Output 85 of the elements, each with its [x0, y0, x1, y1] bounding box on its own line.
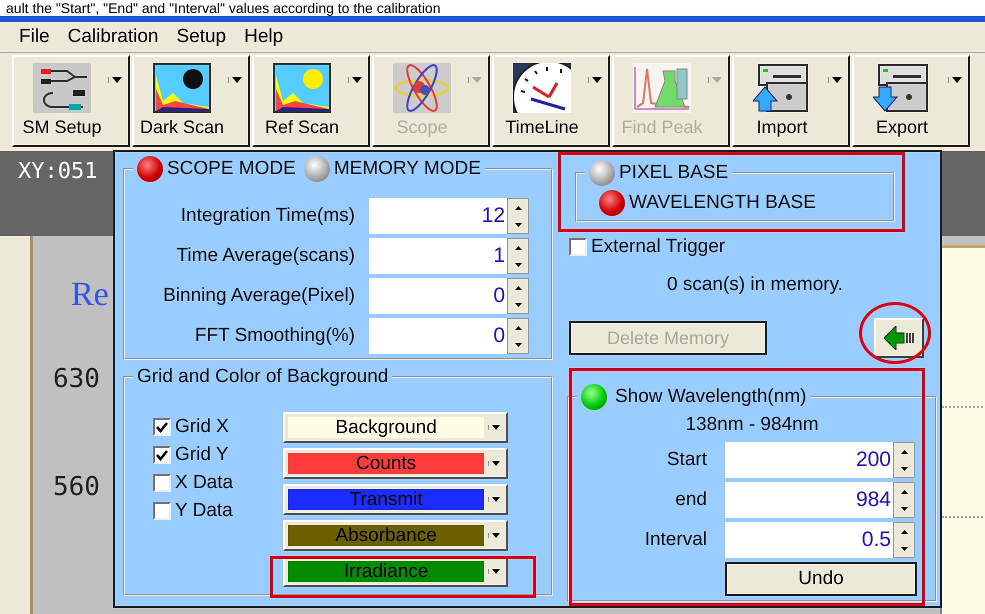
caret-icon [492, 497, 500, 502]
color-dropdown[interactable]: Counts [283, 448, 508, 479]
number-field[interactable]: 12 [369, 198, 507, 234]
field-label: FFT Smoothing(%) [194, 325, 355, 347]
caret-icon [108, 77, 122, 83]
toolbar-button[interactable]: Import [732, 55, 850, 147]
menu-item[interactable]: Calibration [58, 26, 168, 48]
caret-icon [492, 425, 500, 430]
left-arrow-icon [884, 326, 914, 350]
color-dropdown[interactable]: Irradiance [283, 556, 508, 587]
chart-title: Re [71, 276, 110, 314]
caret-icon [708, 77, 722, 83]
checkbox-label: X Data [175, 472, 234, 494]
undo-button[interactable]: Undo [725, 562, 917, 596]
toolbar-button[interactable]: Dark Scan [132, 55, 250, 147]
memory-status: 0 scan(s) in memory. [667, 274, 844, 296]
menu-item[interactable]: Help [235, 26, 292, 48]
group-title: Grid and Color of Background [137, 366, 388, 388]
peak-flask-icon [633, 63, 691, 113]
spectrum-chart-icon [273, 63, 331, 113]
spin-buttons[interactable] [507, 198, 529, 234]
cable-icon [33, 63, 91, 113]
number-field[interactable]: 0.5 [725, 522, 893, 558]
mode-radio[interactable]: SCOPE MODE [137, 156, 296, 182]
caret-icon [348, 77, 362, 83]
checkbox[interactable] [153, 418, 171, 436]
spin-buttons[interactable] [507, 278, 529, 314]
mode-radio[interactable]: MEMORY MODE [304, 156, 481, 182]
spin-buttons[interactable] [893, 482, 915, 518]
field-label: end [674, 489, 708, 511]
spin-buttons[interactable] [893, 522, 915, 558]
axis-label: 560 [53, 472, 101, 502]
base-radio[interactable]: PIXEL BASE [589, 160, 728, 186]
field-label: Integration Time(ms) [180, 205, 355, 227]
import-device-icon [753, 63, 811, 113]
number-field[interactable]: 984 [725, 482, 893, 518]
color-dropdown[interactable]: Background [283, 412, 508, 443]
spin-buttons[interactable] [893, 442, 915, 478]
caret-icon [828, 77, 842, 83]
atom-icon [393, 63, 451, 113]
caption-text: ault the "Start", "End" and "Interval" values according to the calibration [0, 0, 985, 16]
base-label: PIXEL BASE [619, 162, 728, 184]
caret-icon [492, 461, 500, 466]
range-text: 138nm - 984nm [684, 414, 820, 436]
checkbox-label: Grid X [175, 416, 229, 438]
number-field[interactable]: 0 [369, 278, 507, 314]
checkbox-label: Y Data [175, 500, 233, 522]
checkbox-label: Grid Y [175, 444, 229, 466]
checkbox-label: External Trigger [591, 236, 726, 258]
clock-icon [513, 63, 571, 113]
toolbar-button[interactable]: Export [852, 55, 970, 147]
caret-icon [948, 77, 962, 83]
field-label: Start [666, 449, 708, 471]
menu-item[interactable]: Setup [167, 26, 236, 48]
caret-icon [228, 77, 242, 83]
coordinates-text: XY:051 [18, 159, 98, 184]
checkbox[interactable] [153, 474, 171, 492]
export-device-icon [873, 63, 931, 113]
number-field[interactable]: 0 [369, 318, 507, 354]
field-label: Binning Average(Pixel) [162, 285, 355, 307]
checkbox[interactable] [569, 238, 587, 256]
field-label: Time Average(scans) [176, 245, 355, 267]
annotation-circle [859, 302, 931, 364]
caret-icon [492, 569, 500, 574]
group-title: Show Wavelength(nm) [615, 386, 806, 408]
checkbox[interactable] [153, 502, 171, 520]
caret-icon [492, 533, 500, 538]
mode-label: SCOPE MODE [167, 158, 296, 180]
spin-buttons[interactable] [507, 238, 529, 274]
base-label: WAVELENGTH BASE [629, 192, 816, 214]
menu-item[interactable]: File [10, 26, 59, 48]
base-radio[interactable]: WAVELENGTH BASE [599, 190, 885, 216]
toolbar-button[interactable]: Ref Scan [252, 55, 370, 147]
number-field[interactable]: 200 [725, 442, 893, 478]
back-button[interactable] [874, 318, 924, 358]
toolbar-button[interactable]: SM Setup [12, 55, 130, 147]
caret-icon [588, 77, 602, 83]
mode-label: MEMORY MODE [334, 158, 481, 180]
spin-buttons[interactable] [507, 318, 529, 354]
caret-icon [468, 77, 482, 83]
field-label: Interval [644, 529, 708, 551]
spectrum-chart-icon [153, 63, 211, 113]
checkbox[interactable] [153, 446, 171, 464]
number-field[interactable]: 1 [369, 238, 507, 274]
toolbar-button[interactable]: TimeLine [492, 55, 610, 147]
